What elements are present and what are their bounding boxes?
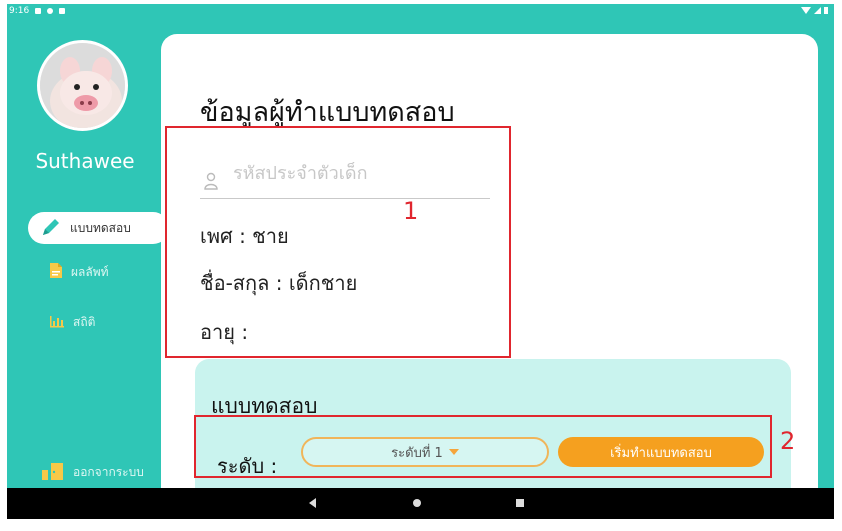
document-icon: [49, 262, 63, 282]
home-icon[interactable]: [413, 499, 421, 507]
logout-label: ออกจากระบบ: [73, 464, 144, 479]
username: Suthawee: [35, 149, 135, 173]
status-right: [801, 7, 828, 14]
back-icon[interactable]: [309, 498, 316, 508]
status-left: 9:16: [9, 6, 66, 16]
wifi-icon: [801, 7, 811, 14]
notification-icon: [35, 8, 42, 14]
status-time: 9:16: [9, 6, 30, 16]
sync-icon: [47, 8, 54, 14]
status-bar: 9:16: [7, 4, 834, 20]
annotation-box-2: [194, 415, 772, 478]
sidebar-item-test[interactable]: แบบทดสอบ: [28, 212, 169, 244]
storage-icon: [59, 8, 66, 14]
annotation-box-1: [165, 126, 511, 358]
bar-chart-icon: [49, 314, 65, 331]
annotation-label-2: 2: [780, 427, 796, 455]
recent-apps-icon[interactable]: [516, 499, 524, 507]
pencil-icon: [40, 216, 62, 241]
battery-icon: [824, 7, 828, 14]
pig-avatar-image: [40, 43, 125, 128]
system-navigation-bar: [7, 488, 834, 519]
sidebar-item-label: ผลลัพท์: [71, 264, 109, 279]
sidebar-item-label: แบบทดสอบ: [70, 220, 131, 235]
sidebar-item-label: สถิติ: [73, 314, 96, 329]
signal-icon: [814, 7, 821, 14]
screenshot-frame: 9:16 Suthawee แบบทดสอบ ผลลัพท์ สถิติ ออก…: [0, 0, 842, 531]
annotation-label-1: 1: [403, 197, 419, 225]
avatar[interactable]: [37, 40, 128, 131]
door-exit-icon: [41, 462, 65, 483]
